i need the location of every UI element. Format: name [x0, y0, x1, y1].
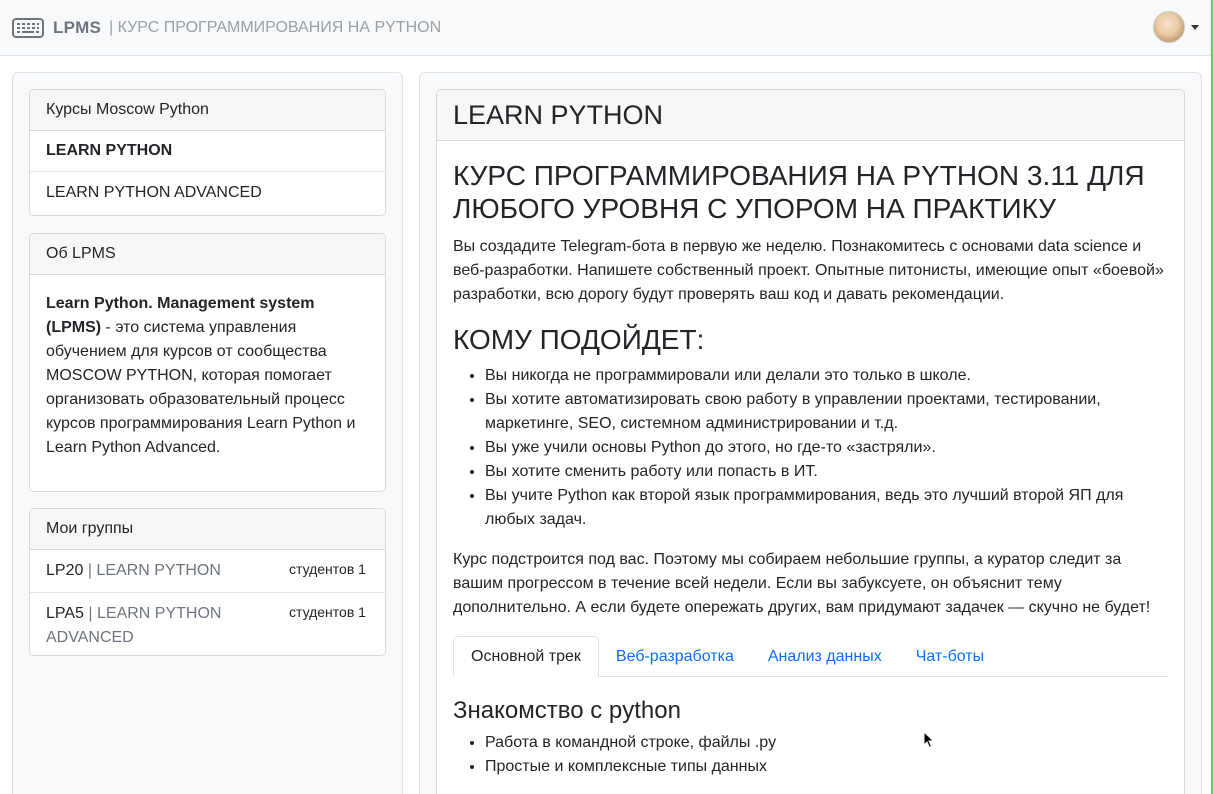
list-item: Вы хотите автоматизировать свою работу в…: [485, 388, 1168, 436]
course-intro: Вы создадите Telegram-бота в первую же н…: [453, 238, 1164, 303]
list-item: Вы никогда не программировали или делали…: [485, 364, 1168, 388]
mouse-cursor-icon: [923, 731, 935, 749]
course-detail-body: КУРС ПРОГРАММИРОВАНИЯ НА PYTHON 3.11 ДЛЯ…: [437, 141, 1184, 794]
course-title: КУРС ПРОГРАММИРОВАНИЯ НА PYTHON 3.11 ДЛЯ…: [453, 160, 1145, 224]
tab-web-development[interactable]: Веб-разработка: [599, 636, 751, 677]
brand-name[interactable]: LPMS: [53, 18, 101, 38]
keyboard-icon: [12, 18, 44, 38]
course-item-learn-python[interactable]: LEARN PYTHON: [30, 131, 385, 172]
tab-chat-bots[interactable]: Чат-боты: [899, 636, 1001, 677]
group-row-lpa5[interactable]: LPA5 | LEARN PYTHON ADVANCED студентов 1: [30, 593, 385, 655]
groups-header: Мои группы: [30, 509, 385, 550]
avatar[interactable]: [1153, 11, 1185, 43]
tab-main-track[interactable]: Основной трек: [453, 636, 599, 677]
caret-down-icon[interactable]: [1191, 24, 1199, 30]
group-student-count: студентов 1: [289, 561, 366, 577]
courses-header: Курсы Moscow Python: [30, 90, 385, 131]
list-item: Простые и комплексные типы данных: [485, 755, 1168, 779]
user-menu[interactable]: [1153, 11, 1199, 43]
about-text: Learn Python. Management system (LPMS) -…: [30, 275, 385, 477]
groups-card: Мои группы LP20 | LEARN PYTHON студентов…: [29, 508, 386, 656]
list-item: Вы уже учили основы Python до этого, но …: [485, 436, 1168, 460]
group-name[interactable]: LP20 | LEARN PYTHON: [46, 559, 276, 583]
track-tabs: Основной трек Веб-разработка Анализ данн…: [453, 636, 1168, 677]
group-sep: |: [83, 562, 97, 579]
course-detail-header: LEARN PYTHON: [437, 90, 1184, 141]
list-item: Вы хотите сменить работу или попасть в И…: [485, 460, 1168, 484]
brand[interactable]: LPMS | КУРС ПРОГРАММИРОВАНИЯ НА PYTHON: [12, 16, 441, 40]
group-sep: |: [83, 605, 97, 622]
group-name[interactable]: LPA5 | LEARN PYTHON ADVANCED: [46, 602, 276, 650]
top-navbar: LPMS | КУРС ПРОГРАММИРОВАНИЯ НА PYTHON: [0, 0, 1213, 56]
topics-list: Работа в командной строке, файлы .py Про…: [453, 731, 1168, 779]
about-header: Об LPMS: [30, 234, 385, 275]
about-description: - это система управления обучением для к…: [46, 319, 356, 456]
group-code[interactable]: LPA5: [46, 605, 84, 622]
list-item: Вы учите Python как второй язык программ…: [485, 484, 1168, 532]
course-adapt-text: Курс подстроится под вас. Поэтому мы соб…: [453, 551, 1151, 616]
section-title: Знакомство с python: [453, 697, 681, 724]
group-row-lp20[interactable]: LP20 | LEARN PYTHON студентов 1: [30, 550, 385, 593]
courses-card: Курсы Moscow Python LEARN PYTHON LEARN P…: [29, 89, 386, 216]
who-list: Вы никогда не программировали или делали…: [453, 364, 1168, 532]
who-title: КОМУ ПОДОЙДЕТ:: [453, 324, 705, 355]
group-code[interactable]: LP20: [46, 562, 83, 579]
course-detail-card: LEARN PYTHON КУРС ПРОГРАММИРОВАНИЯ НА PY…: [436, 89, 1185, 794]
tab-data-analysis[interactable]: Анализ данных: [751, 636, 899, 677]
course-item-learn-python-advanced[interactable]: LEARN PYTHON ADVANCED: [30, 172, 385, 213]
group-student-count: студентов 1: [289, 604, 366, 620]
about-card: Об LPMS Learn Python. Management system …: [29, 233, 386, 492]
brand-subtitle: | КУРС ПРОГРАММИРОВАНИЯ НА PYTHON: [109, 19, 442, 36]
group-course: LEARN PYTHON: [96, 562, 221, 579]
list-item: Работа в командной строке, файлы .py: [485, 731, 1168, 755]
